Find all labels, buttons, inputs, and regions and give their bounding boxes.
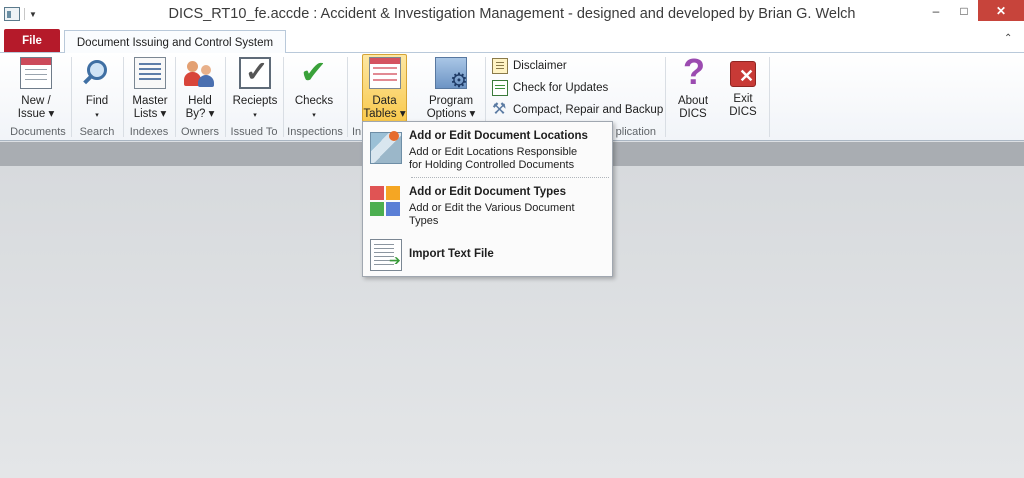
- master-lists-label-2: Lists ▾: [133, 108, 167, 120]
- file-tab[interactable]: File: [4, 29, 60, 52]
- group-label-search: Search: [79, 126, 115, 138]
- disclaimer-label: Disclaimer: [513, 60, 567, 72]
- check-updates-icon: [492, 80, 508, 96]
- group-separator: [769, 57, 770, 137]
- group-label-documents: Documents: [10, 126, 66, 138]
- group-label-owners: Owners: [181, 126, 219, 138]
- map-icon: [370, 131, 402, 164]
- new-issue-label-1: New /: [21, 95, 51, 107]
- find-label-2: ▾: [95, 112, 99, 119]
- menu-item-title: Add or Edit Document Types: [409, 186, 566, 198]
- checks-label-2: ▾: [312, 112, 316, 119]
- group-label-inspections: Inspections: [287, 126, 343, 138]
- exit-dics-button[interactable]: ExitDICS: [722, 55, 764, 123]
- data-tables-label-1: Data: [372, 95, 397, 107]
- data-tables-icon: [368, 57, 401, 89]
- maximize-button[interactable]: □: [950, 0, 978, 21]
- group-label-issued-to: Issued To: [230, 126, 278, 138]
- menu-item-document-types[interactable]: Add or Edit Document Types Add or Edit t…: [367, 182, 608, 232]
- disclaimer-icon: [492, 58, 508, 74]
- reciepts-button[interactable]: Reciepts ▾: [230, 55, 280, 123]
- document-types-icon: [370, 186, 402, 218]
- group-label-application: plication: [615, 126, 656, 138]
- group-owners: Held By? ▾ Owners: [176, 53, 224, 141]
- menu-item-title: Add or Edit Document Locations: [409, 130, 588, 142]
- checks-label-1: Checks: [294, 95, 334, 107]
- program-options-label-2: Options ▾: [426, 108, 476, 120]
- program-options-button[interactable]: ProgramOptions ▾: [422, 55, 480, 123]
- check-updates-button[interactable]: Check for Updates: [492, 78, 608, 98]
- group-label-data: In: [352, 126, 362, 138]
- about-icon: [677, 51, 709, 93]
- check-updates-label: Check for Updates: [513, 82, 609, 94]
- program-options-icon: [435, 57, 468, 93]
- group-about-exit: AboutDICS ExitDICS: [666, 51, 770, 141]
- menu-item-title: Import Text File: [409, 248, 494, 260]
- group-issued-to: Reciepts ▾ Issued To: [226, 53, 282, 141]
- group-inspections: Checks ▾ Inspections: [284, 53, 346, 141]
- menu-item-import-text-file[interactable]: Import Text File: [367, 237, 608, 273]
- title-bar: ▼ DICS_RT10_fe.accde : Accident & Invest…: [0, 0, 1024, 29]
- menu-separator: [411, 177, 609, 178]
- find-icon: [81, 57, 113, 89]
- tab-document-issuing[interactable]: Document Issuing and Control System: [64, 30, 286, 54]
- master-lists-button[interactable]: Master Lists ▾: [128, 55, 172, 123]
- about-label-2: DICS: [679, 108, 707, 120]
- exit-label-1: Exit: [733, 93, 753, 105]
- find-label-1: Find: [85, 95, 109, 107]
- new-issue-label-2: Issue ▾: [17, 108, 55, 120]
- master-lists-icon: [134, 57, 166, 89]
- menu-item-document-locations[interactable]: Add or Edit Document Locations Add or Ed…: [367, 126, 608, 176]
- menu-item-description: Add or Edit Locations Responsible for Hol…: [409, 146, 578, 171]
- new-issue-icon: [20, 57, 52, 89]
- import-text-file-icon: [370, 239, 402, 271]
- group-indexes: Master Lists ▾ Indexes: [124, 53, 174, 141]
- about-label-1: About: [677, 95, 709, 107]
- menu-item-description: Add or Edit the Various Document Types: [409, 202, 575, 227]
- exit-icon: [730, 61, 756, 87]
- exit-label-2: DICS: [729, 106, 757, 118]
- checks-icon: [298, 53, 330, 91]
- ribbon-tabs: File Document Issuing and Control System…: [0, 29, 1024, 54]
- disclaimer-button[interactable]: Disclaimer: [492, 56, 567, 76]
- find-button[interactable]: Find ▾: [76, 55, 118, 123]
- group-search: Find ▾ Search: [72, 53, 122, 141]
- collapse-ribbon-icon[interactable]: ⌃: [1004, 33, 1012, 44]
- compact-repair-icon: [492, 99, 508, 119]
- close-button[interactable]: ✕: [978, 0, 1024, 21]
- reciepts-label-1: Reciepts: [232, 95, 278, 107]
- compact-repair-button[interactable]: Compact, Repair and Backup: [492, 99, 664, 120]
- data-tables-button[interactable]: Data Tables ▾: [362, 54, 407, 122]
- program-options-label-1: Program: [428, 95, 474, 107]
- master-lists-label-1: Master: [132, 95, 168, 107]
- checks-button[interactable]: Checks ▾: [292, 53, 336, 123]
- group-documents: New / Issue ▾ Documents: [6, 53, 70, 141]
- compact-repair-label: Compact, Repair and Backup: [513, 104, 664, 116]
- data-tables-menu: Add or Edit Document Locations Add or Ed…: [362, 121, 613, 277]
- held-by-label-1: Held: [188, 95, 212, 107]
- reciepts-label-2: ▾: [253, 112, 257, 119]
- new-issue-button[interactable]: New / Issue ▾: [12, 55, 60, 123]
- minimize-button[interactable]: –: [922, 0, 950, 21]
- held-by-button[interactable]: Held By? ▾: [180, 55, 220, 123]
- held-by-label-2: By? ▾: [185, 108, 215, 120]
- reciepts-icon: [239, 55, 271, 89]
- owners-icon: [184, 57, 216, 89]
- group-label-indexes: Indexes: [129, 126, 169, 138]
- about-dics-button[interactable]: AboutDICS: [670, 51, 716, 123]
- data-tables-label-2: Tables ▾: [363, 108, 406, 120]
- window-title: DICS_RT10_fe.accde : Accident & Investig…: [168, 6, 856, 22]
